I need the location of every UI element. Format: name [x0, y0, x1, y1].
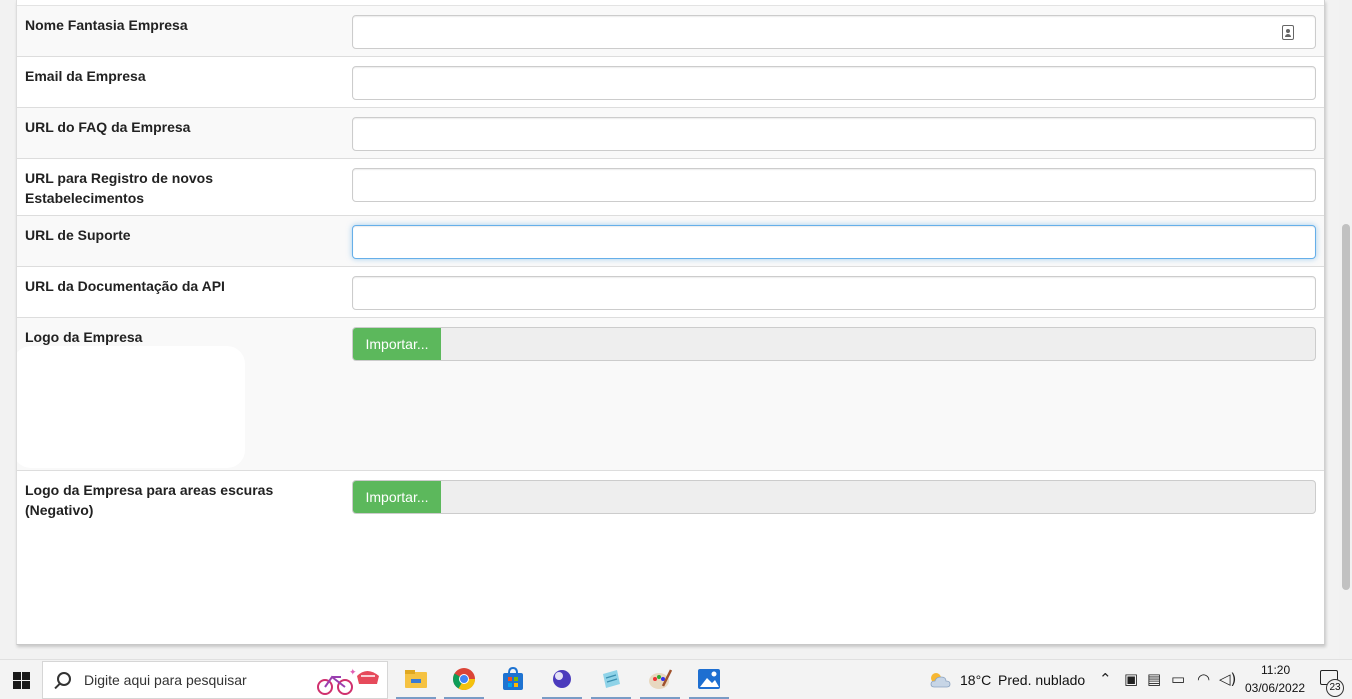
search-icon: [57, 672, 71, 686]
clipboard-icon[interactable]: ▤: [1147, 670, 1161, 688]
clock-time[interactable]: 11:20: [1261, 663, 1290, 677]
company-settings-panel: Nome Fantasia Empresa Email da Empresa U…: [16, 0, 1325, 645]
chevron-up-icon[interactable]: ⌃: [1099, 670, 1112, 688]
api-docs-url-input[interactable]: [352, 276, 1316, 310]
photos-icon[interactable]: [696, 666, 722, 692]
cloudy-weather-icon[interactable]: [928, 670, 952, 690]
redacted-area: [17, 346, 245, 468]
weather-condition[interactable]: Pred. nublado: [998, 672, 1085, 688]
battery-icon[interactable]: ▭: [1171, 670, 1185, 688]
contact-card-icon[interactable]: [1282, 25, 1294, 40]
svg-text:✦: ✦: [349, 667, 357, 677]
support-url-label: URL de Suporte: [25, 227, 131, 243]
trade-name-input[interactable]: [352, 15, 1316, 49]
search-placeholder: Digite aqui para pesquisar: [84, 672, 247, 688]
clock-date[interactable]: 03/06/2022: [1245, 681, 1305, 695]
speaker-icon[interactable]: ◁): [1219, 670, 1236, 688]
api-docs-url-label: URL da Documentação da API: [25, 278, 225, 294]
registration-url-label: URL para Registro de novos Estabelecimen…: [25, 170, 214, 206]
form-row-trade-name: Nome Fantasia Empresa: [17, 6, 1324, 57]
faq-url-input[interactable]: [352, 117, 1316, 151]
wifi-icon[interactable]: ◠: [1197, 670, 1210, 688]
weather-temperature[interactable]: 18°C: [960, 672, 991, 688]
trade-name-label: Nome Fantasia Empresa: [25, 17, 188, 33]
microsoft-store-icon[interactable]: [500, 666, 526, 692]
faq-url-label: URL do FAQ da Empresa: [25, 119, 191, 135]
form-row-registration-url: URL para Registro de novos Estabelecimen…: [17, 159, 1324, 216]
meet-now-icon[interactable]: ▣: [1124, 670, 1138, 688]
chrome-icon[interactable]: [451, 666, 477, 692]
form-row-logo: Logo da Empresa Importar...: [17, 318, 1324, 471]
taskbar-search-box[interactable]: Digite aqui para pesquisar ✦: [42, 661, 388, 699]
notepad-icon[interactable]: [598, 666, 624, 692]
logo-import-button[interactable]: Importar...: [353, 328, 441, 360]
paint-icon[interactable]: [647, 666, 673, 692]
file-explorer-icon[interactable]: [403, 666, 429, 692]
app-purple-icon[interactable]: [549, 666, 575, 692]
search-highlight-bicycle-icon[interactable]: ✦: [313, 666, 383, 696]
logo-file-picker[interactable]: Importar...: [352, 327, 1316, 361]
logo-label: Logo da Empresa: [25, 329, 143, 345]
email-input[interactable]: [352, 66, 1316, 100]
registration-url-input[interactable]: [352, 168, 1316, 202]
form-row-logo-dark: Logo da Empresa para areas escuras (Nega…: [17, 471, 1324, 644]
start-button[interactable]: [0, 660, 42, 699]
logo-dark-import-button[interactable]: Importar...: [353, 481, 441, 513]
windows-logo-icon: [12, 671, 30, 689]
support-url-input[interactable]: [352, 225, 1316, 259]
logo-dark-label: Logo da Empresa para areas escuras (Nega…: [25, 482, 274, 518]
form-row-api-docs-url: URL da Documentação da API: [17, 267, 1324, 318]
email-label: Email da Empresa: [25, 68, 146, 84]
logo-dark-file-picker[interactable]: Importar...: [352, 480, 1316, 514]
form-row-faq-url: URL do FAQ da Empresa: [17, 108, 1324, 159]
windows-taskbar: Digite aqui para pesquisar ✦ 18°C Pred. …: [0, 659, 1352, 699]
notification-count-badge: 23: [1326, 679, 1344, 697]
form-row-support-url: URL de Suporte: [17, 216, 1324, 267]
form-row-email: Email da Empresa: [17, 57, 1324, 108]
page-scrollbar-thumb[interactable]: [1342, 224, 1350, 590]
